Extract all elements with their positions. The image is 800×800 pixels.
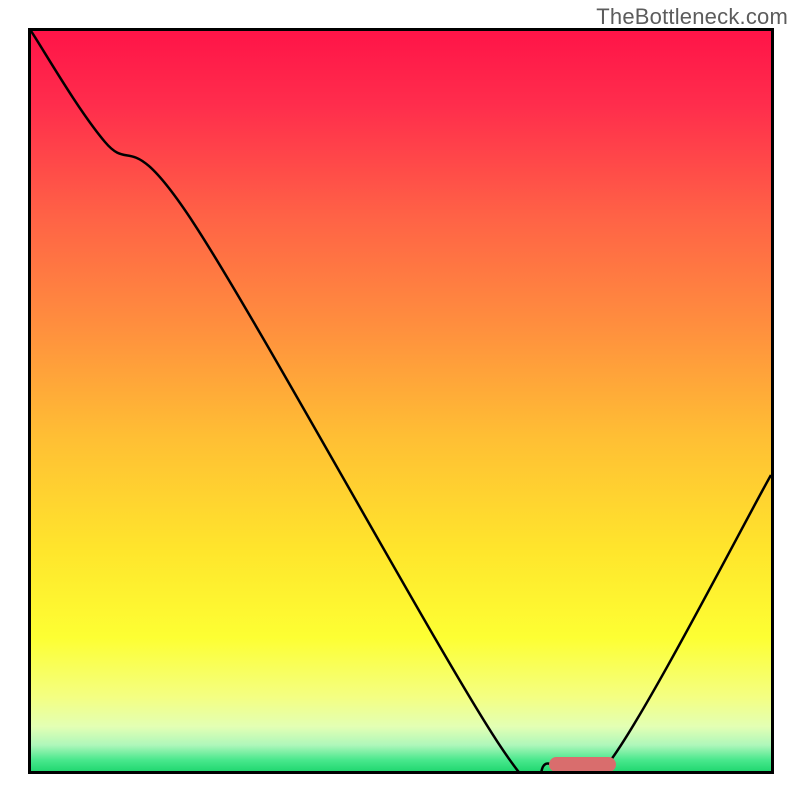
- optimal-range-marker: [549, 757, 616, 772]
- watermark-text: TheBottleneck.com: [596, 4, 788, 30]
- plot-area: [28, 28, 774, 774]
- bottleneck-curve: [31, 31, 771, 771]
